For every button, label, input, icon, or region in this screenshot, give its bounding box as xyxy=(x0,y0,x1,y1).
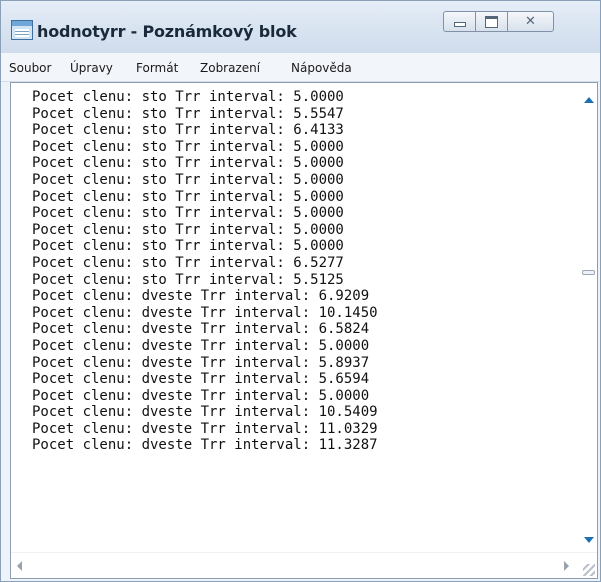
text-line: Pocet clenu: dveste Trr interval: 5.0000 xyxy=(32,387,370,404)
title-bar[interactable]: hodnotyrr - Poznámkový blok ✕ xyxy=(1,1,600,53)
text-line: Pocet clenu: dveste Trr interval: 10.145… xyxy=(32,304,378,321)
close-icon: ✕ xyxy=(525,14,536,29)
scroll-right-arrow-icon[interactable] xyxy=(564,561,569,571)
menu-bar: Soubor Úpravy Formát Zobrazení Nápověda xyxy=(1,53,600,82)
close-button[interactable]: ✕ xyxy=(507,11,554,32)
text-line: Pocet clenu: sto Trr interval: 5.0000 xyxy=(32,238,344,255)
menu-zobrazeni[interactable]: Zobrazení xyxy=(200,61,260,75)
text-line: Pocet clenu: sto Trr interval: 5.0000 xyxy=(32,205,344,222)
horizontal-scrollbar[interactable] xyxy=(11,552,597,578)
text-line: Pocet clenu: sto Trr interval: 6.5277 xyxy=(32,254,344,271)
text-line: Pocet clenu: dveste Trr interval: 5.0000 xyxy=(32,337,370,354)
text-line: Pocet clenu: dveste Trr interval: 11.032… xyxy=(32,420,378,437)
scroll-up-arrow-icon[interactable] xyxy=(584,97,594,103)
scroll-thumb[interactable] xyxy=(582,270,595,275)
window-title: hodnotyrr - Poznámkový blok xyxy=(37,22,297,41)
text-line: Pocet clenu: dveste Trr interval: 6.9209 xyxy=(32,288,370,305)
menu-napoveda[interactable]: Nápověda xyxy=(291,61,352,75)
minimize-icon xyxy=(453,22,466,27)
text-editor[interactable]: Pocet clenu: sto Trr interval: 5.0000 Po… xyxy=(10,82,598,579)
text-line: Pocet clenu: dveste Trr interval: 10.540… xyxy=(32,404,378,421)
text-line: Pocet clenu: sto Trr interval: 5.0000 xyxy=(32,155,344,172)
text-line: Pocet clenu: sto Trr interval: 6.4133 xyxy=(32,122,344,139)
text-line: Pocet clenu: sto Trr interval: 5.5125 xyxy=(32,271,344,288)
text-content[interactable]: Pocet clenu: sto Trr interval: 5.0000 Po… xyxy=(32,89,572,545)
menu-format[interactable]: Formát xyxy=(136,61,178,75)
text-line: Pocet clenu: sto Trr interval: 5.0000 xyxy=(32,89,344,105)
minimize-button[interactable] xyxy=(443,11,476,32)
text-line: Pocet clenu: dveste Trr interval: 6.5824 xyxy=(32,321,370,338)
notepad-window: hodnotyrr - Poznámkový blok ✕ Soubor Úpr… xyxy=(0,0,601,582)
text-line: Pocet clenu: sto Trr interval: 5.0000 xyxy=(32,171,344,188)
text-line: Pocet clenu: sto Trr interval: 5.0000 xyxy=(32,138,344,155)
maximize-button[interactable] xyxy=(475,11,508,32)
resize-grip-icon[interactable] xyxy=(583,564,595,576)
text-line: Pocet clenu: dveste Trr interval: 11.328… xyxy=(32,437,378,454)
menu-upravy[interactable]: Úpravy xyxy=(70,61,113,75)
text-line: Pocet clenu: dveste Trr interval: 5.8937 xyxy=(32,354,370,371)
text-line: Pocet clenu: sto Trr interval: 5.0000 xyxy=(32,221,344,238)
scroll-left-arrow-icon[interactable] xyxy=(17,561,22,571)
maximize-icon xyxy=(485,15,498,28)
menu-soubor[interactable]: Soubor xyxy=(9,61,51,75)
text-line: Pocet clenu: dveste Trr interval: 5.6594 xyxy=(32,371,370,388)
vertical-scrollbar[interactable] xyxy=(580,83,597,553)
text-line: Pocet clenu: sto Trr interval: 5.5547 xyxy=(32,105,344,122)
notepad-icon[interactable] xyxy=(11,20,33,40)
scroll-down-arrow-icon[interactable] xyxy=(584,537,594,543)
text-line: Pocet clenu: sto Trr interval: 5.0000 xyxy=(32,188,344,205)
